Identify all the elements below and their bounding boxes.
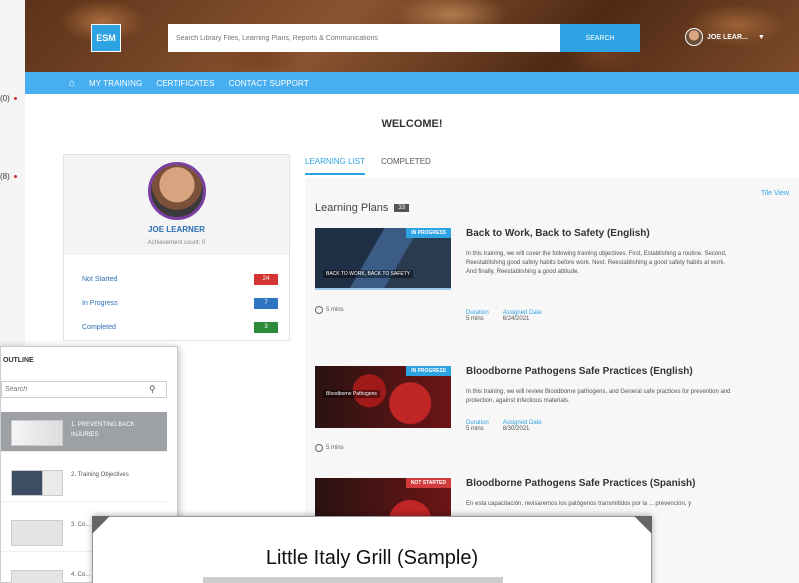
course-description: In this training, we will review Bloodbo… xyxy=(466,389,731,404)
tile-view-link[interactable]: Tile View xyxy=(761,190,789,197)
stat-not-started[interactable]: Not Started 24 xyxy=(82,273,278,285)
outline-search-input[interactable] xyxy=(1,381,167,398)
user-name: JOE LEAR... xyxy=(707,33,748,41)
blurred-subtitle xyxy=(203,577,503,583)
slide-thumbnail xyxy=(11,520,63,546)
user-menu[interactable]: JOE LEAR... ▼ xyxy=(685,28,765,46)
thumbnail-caption: BACK TO WORK, BACK TO SAFETY xyxy=(323,270,414,278)
stat-label: In Progress xyxy=(82,299,118,307)
corner-decoration xyxy=(634,516,652,534)
search-icon[interactable]: ⚲ xyxy=(149,384,156,395)
stat-label: Completed xyxy=(82,323,116,331)
document-preview: Little Italy Grill (Sample) xyxy=(92,516,652,583)
course-description: In this training, we will cover the foll… xyxy=(466,251,727,275)
course-title[interactable]: Bloodborne Pathogens Safe Practices (Spa… xyxy=(466,478,696,489)
outline-item[interactable]: 2. Training Objectives xyxy=(1,462,167,502)
main-nav: ⌂ MY TRAINING CERTIFICATES CONTACT SUPPO… xyxy=(25,72,799,94)
progress-line xyxy=(315,288,451,290)
course-card[interactable]: IN PROGRESS BACK TO WORK, BACK TO SAFETY… xyxy=(315,228,795,358)
learning-plans-heading: Learning Plans 33 xyxy=(315,202,410,214)
profile-card: JOE LEARNER Achievement count: 0 Not Sta… xyxy=(63,154,290,341)
red-dot-icon xyxy=(13,175,17,179)
caret-down-icon: ▼ xyxy=(757,33,765,41)
slide-thumbnail xyxy=(11,420,63,446)
stat-count-badge: 24 xyxy=(254,273,278,285)
profile-name[interactable]: JOE LEARNER xyxy=(64,225,289,234)
assigned-value: 6/24/2021 xyxy=(502,316,530,322)
status-tag: NOT STARTED xyxy=(405,478,451,488)
outline-item[interactable]: 1. PREVENTING BACK INJURIES xyxy=(1,412,167,452)
thumbnail-caption: Bloodborne Pathogens xyxy=(323,390,380,398)
outline-item-label: 1. PREVENTING BACK INJURIES xyxy=(71,422,135,438)
welcome-heading: WELCOME! xyxy=(381,118,443,130)
duration-value: 5 mins xyxy=(466,426,484,432)
course-thumbnail[interactable]: IN PROGRESS Bloodborne Pathogens xyxy=(315,366,451,428)
stat-label: Not Started xyxy=(82,275,118,283)
learning-plans-count: 33 xyxy=(394,204,410,212)
nav-my-training[interactable]: MY TRAINING xyxy=(89,79,142,88)
corner-decoration xyxy=(92,516,110,534)
stat-count-badge: 3 xyxy=(254,321,278,333)
achievement-count: Achievement count: 0 xyxy=(147,240,206,246)
clock-icon xyxy=(315,444,323,452)
assigned-value: 8/30/2021 xyxy=(502,426,530,432)
tab-learning-list[interactable]: LEARNING LIST xyxy=(305,157,366,175)
outline-title: OUTLINE xyxy=(3,357,34,364)
learning-plans-title: Learning Plans xyxy=(315,202,389,214)
learning-tabs: LEARNING LIST COMPLETED xyxy=(305,157,431,175)
nav-contact-support[interactable]: CONTACT SUPPORT xyxy=(229,79,309,88)
course-thumbnail[interactable]: IN PROGRESS BACK TO WORK, BACK TO SAFETY xyxy=(315,228,451,290)
duration-small: 5 mins xyxy=(326,445,344,451)
tab-completed[interactable]: COMPLETED xyxy=(381,157,431,175)
stat-in-progress[interactable]: In Progress 7 xyxy=(82,297,278,309)
library-search-input[interactable] xyxy=(168,24,560,52)
status-tag: IN PROGRESS xyxy=(406,366,451,376)
status-tag: IN PROGRESS xyxy=(406,228,451,238)
nav-certificates[interactable]: CERTIFICATES xyxy=(156,79,214,88)
search-button[interactable]: SEARCH xyxy=(560,24,640,52)
esm-logo[interactable]: ESM xyxy=(91,24,121,52)
course-card[interactable]: IN PROGRESS Bloodborne Pathogens 5 mins … xyxy=(315,366,795,466)
slide-thumbnail xyxy=(11,570,63,583)
clock-icon xyxy=(315,306,323,314)
header-banner: ESM SEARCH JOE LEAR... ▼ xyxy=(25,0,799,72)
stat-count-badge: 7 xyxy=(254,297,278,309)
home-icon[interactable]: ⌂ xyxy=(69,78,75,89)
avatar xyxy=(685,28,703,46)
stat-completed[interactable]: Completed 3 xyxy=(82,321,278,333)
slide-thumbnail xyxy=(11,470,63,496)
count-label: (0) xyxy=(0,94,10,103)
course-description: En esta capacitación, revisaremos los pa… xyxy=(466,501,692,507)
duration-small: 5 mins xyxy=(326,307,344,313)
count-label: (8) xyxy=(0,172,10,181)
course-title[interactable]: Back to Work, Back to Safety (English) xyxy=(466,228,650,239)
profile-avatar xyxy=(148,162,206,220)
outline-item-label: 2. Training Objectives xyxy=(71,472,129,478)
red-dot-icon xyxy=(13,97,17,101)
screen: (0) (8) ESM SEARCH JOE LEAR... ▼ ⌂ MY TR… xyxy=(0,0,799,583)
course-title[interactable]: Bloodborne Pathogens Safe Practices (Eng… xyxy=(466,366,693,377)
document-title: Little Italy Grill (Sample) xyxy=(265,547,479,569)
duration-value: 5 mins xyxy=(466,316,484,322)
